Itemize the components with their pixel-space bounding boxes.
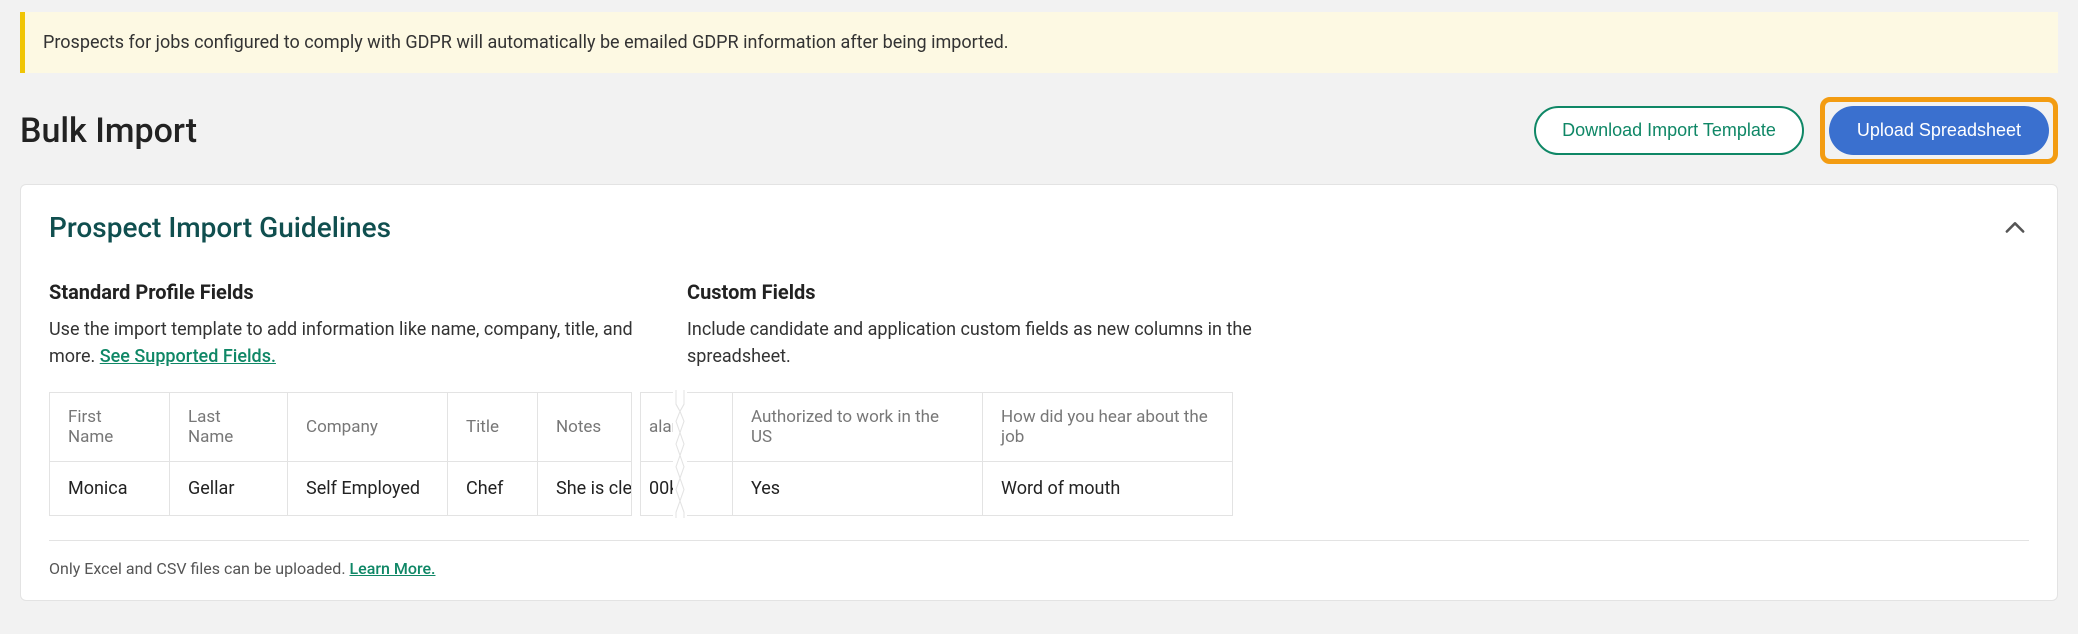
custom-example-table: alary Authorized to work in the US How d…: [640, 392, 1233, 516]
panel-title: Prospect Import Guidelines: [49, 211, 391, 244]
th-first-name: First Name: [50, 393, 170, 462]
custom-title: Custom Fields: [687, 280, 1277, 304]
th-company: Company: [288, 393, 448, 462]
td-last-name: Gellar: [170, 462, 288, 516]
table-header-row: alary Authorized to work in the US How d…: [641, 393, 1233, 462]
panel-header[interactable]: Prospect Import Guidelines: [49, 211, 2029, 244]
td-title: Chef: [448, 462, 538, 516]
custom-desc: Include candidate and application custom…: [687, 316, 1277, 370]
td-authorized: Yes: [733, 462, 983, 516]
table-row: 00k Yes Word of mouth: [641, 462, 1233, 516]
guidelines-columns: Standard Profile Fields Use the import t…: [49, 280, 2029, 370]
banner-text: Prospects for jobs configured to comply …: [43, 32, 1009, 53]
page-header: Bulk Import Download Import Template Upl…: [0, 73, 2078, 184]
example-tables: First Name Last Name Company Title Notes…: [49, 392, 2029, 516]
th-authorized: Authorized to work in the US: [733, 393, 983, 462]
table-row: Monica Gellar Self Employed Chef She is …: [50, 462, 632, 516]
custom-fields-column: Custom Fields Include candidate and appl…: [687, 280, 1277, 370]
th-last-name: Last Name: [170, 393, 288, 462]
th-notes: Notes: [538, 393, 632, 462]
standard-desc: Use the import template to add informati…: [49, 316, 639, 370]
standard-fields-column: Standard Profile Fields Use the import t…: [49, 280, 639, 370]
upload-highlight: Upload Spreadsheet: [1820, 97, 2058, 164]
gdpr-banner: Prospects for jobs configured to comply …: [20, 12, 2058, 73]
download-template-button[interactable]: Download Import Template: [1534, 106, 1804, 155]
footer-note: Only Excel and CSV files can be uploaded…: [49, 559, 2029, 578]
td-notes: She is cle: [538, 462, 632, 516]
page-title: Bulk Import: [20, 111, 197, 151]
supported-fields-link[interactable]: See Supported Fields.: [100, 346, 276, 367]
td-first-name: Monica: [50, 462, 170, 516]
learn-more-link[interactable]: Learn More.: [350, 559, 436, 578]
td-company: Self Employed: [288, 462, 448, 516]
guidelines-panel: Prospect Import Guidelines Standard Prof…: [20, 184, 2058, 601]
chevron-up-icon[interactable]: [2001, 214, 2029, 242]
divider: [49, 540, 2029, 541]
th-hear-about: How did you hear about the job: [983, 393, 1233, 462]
standard-example-table: First Name Last Name Company Title Notes…: [49, 392, 632, 516]
td-hear-about: Word of mouth: [983, 462, 1233, 516]
upload-spreadsheet-button[interactable]: Upload Spreadsheet: [1829, 106, 2049, 155]
header-actions: Download Import Template Upload Spreadsh…: [1534, 97, 2058, 164]
footer-note-text: Only Excel and CSV files can be uploaded…: [49, 559, 350, 578]
torn-edge-icon: [673, 390, 687, 518]
th-title: Title: [448, 393, 538, 462]
table-header-row: First Name Last Name Company Title Notes: [50, 393, 632, 462]
standard-title: Standard Profile Fields: [49, 280, 639, 304]
